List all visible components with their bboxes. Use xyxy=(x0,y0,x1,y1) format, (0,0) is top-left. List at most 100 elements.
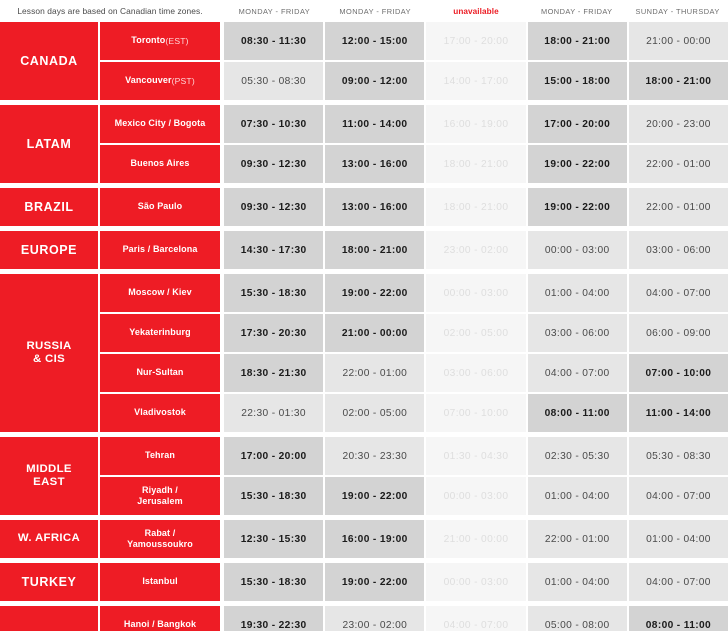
time-slot[interactable]: 18:30 - 21:30 xyxy=(224,354,324,392)
table-row: Yekaterinburg 17:30 - 20:30 21:00 - 00:00 0… xyxy=(100,314,728,352)
time-slot[interactable]: 19:00 - 22:00 xyxy=(325,563,425,601)
header-columns: MONDAY - FRIDAY MONDAY - FRIDAY unavailabl… xyxy=(224,7,728,16)
city-label: Hanoi / Bangkok xyxy=(100,606,220,631)
table-row: São Paulo 09:30 - 12:30 13:00 - 16:00 18:00… xyxy=(100,188,728,226)
region-group: CANADA Toronto (EST) 08:30 - 11:30 12:00 - 1… xyxy=(0,22,728,100)
region-label: MIDDLE EAST xyxy=(0,437,100,515)
time-slot[interactable]: 19:00 - 22:00 xyxy=(325,477,425,515)
time-slot[interactable]: 02:00 - 05:00 xyxy=(325,394,425,432)
time-slot[interactable]: 01:00 - 04:00 xyxy=(628,520,728,558)
time-slot-unavailable[interactable]: 03:00 - 06:00 xyxy=(426,354,526,392)
table-row: Toronto (EST) 08:30 - 11:30 12:00 - 15:00 17… xyxy=(100,22,728,60)
time-slot[interactable]: 17:00 - 20:00 xyxy=(527,105,627,143)
time-slot[interactable]: 19:00 - 22:00 xyxy=(527,145,627,183)
time-cells: 18:30 - 21:30 22:00 - 01:00 03:00 - 06:00 0… xyxy=(224,354,728,392)
time-slot[interactable]: 05:00 - 08:00 xyxy=(527,606,627,631)
time-slot[interactable]: 13:00 - 16:00 xyxy=(325,145,425,183)
time-slot[interactable]: 14:30 - 17:30 xyxy=(224,231,324,269)
time-slot[interactable]: 08:30 - 11:30 xyxy=(224,22,324,60)
time-slot[interactable]: 03:00 - 06:00 xyxy=(527,314,627,352)
time-cells: 22:30 - 01:30 02:00 - 05:00 07:00 - 10:00 0… xyxy=(224,394,728,432)
time-slot[interactable]: 05:30 - 08:30 xyxy=(628,437,728,475)
time-slot[interactable]: 02:30 - 05:30 xyxy=(527,437,627,475)
time-slot[interactable]: 20:30 - 23:30 xyxy=(325,437,425,475)
time-slot[interactable]: 04:00 - 07:00 xyxy=(628,563,728,601)
city-label: Paris / Barcelona xyxy=(100,231,220,269)
time-slot[interactable]: 22:00 - 01:00 xyxy=(325,354,425,392)
table-row: Vancouver (PST) 05:30 - 08:30 09:00 - 12:00… xyxy=(100,62,728,100)
city-label: Riyadh / Jerusalem xyxy=(100,477,220,515)
header-column-label: MONDAY - FRIDAY xyxy=(339,6,411,16)
time-slot[interactable]: 05:30 - 08:30 xyxy=(224,62,324,100)
time-slot[interactable]: 07:30 - 10:30 xyxy=(224,105,324,143)
time-slot-unavailable[interactable]: 01:30 - 04:30 xyxy=(426,437,526,475)
region-rows: Moscow / Kiev 15:30 - 18:30 19:00 - 22:00 0… xyxy=(100,274,728,432)
time-slot[interactable]: 12:00 - 15:00 xyxy=(325,22,425,60)
time-slot[interactable]: 11:00 - 14:00 xyxy=(628,394,728,432)
time-slot[interactable]: 09:30 - 12:30 xyxy=(224,188,324,226)
time-slot[interactable]: 22:00 - 01:00 xyxy=(628,188,728,226)
time-slot[interactable]: 09:30 - 12:30 xyxy=(224,145,324,183)
time-slot[interactable]: 19:00 - 22:00 xyxy=(527,188,627,226)
time-slot[interactable]: 17:30 - 20:30 xyxy=(224,314,324,352)
time-slot[interactable]: 15:30 - 18:30 xyxy=(224,274,324,312)
time-slot[interactable]: 09:00 - 12:00 xyxy=(325,62,425,100)
time-slot-unavailable[interactable]: 00:00 - 03:00 xyxy=(426,563,526,601)
time-slot[interactable]: 04:00 - 07:00 xyxy=(527,354,627,392)
time-slot[interactable]: 16:00 - 19:00 xyxy=(325,520,425,558)
time-slot[interactable]: 20:00 - 23:00 xyxy=(628,105,728,143)
time-slot[interactable]: 12:30 - 15:30 xyxy=(224,520,324,558)
time-slot[interactable]: 04:00 - 07:00 xyxy=(628,477,728,515)
time-cells: 07:30 - 10:30 11:00 - 14:00 16:00 - 19:00 1… xyxy=(224,105,728,143)
time-slot-unavailable[interactable]: 04:00 - 07:00 xyxy=(426,606,526,631)
time-slot[interactable]: 15:30 - 18:30 xyxy=(224,563,324,601)
time-slot[interactable]: 11:00 - 14:00 xyxy=(325,105,425,143)
time-slot[interactable]: 07:00 - 10:00 xyxy=(628,354,728,392)
city-label: Yekaterinburg xyxy=(100,314,220,352)
time-slot[interactable]: 21:00 - 00:00 xyxy=(325,314,425,352)
time-slot-unavailable[interactable]: 07:00 - 10:00 xyxy=(426,394,526,432)
time-slot-unavailable[interactable]: 02:00 - 05:00 xyxy=(426,314,526,352)
time-slot[interactable]: 01:00 - 04:00 xyxy=(527,477,627,515)
time-slot[interactable]: 17:00 - 20:00 xyxy=(224,437,324,475)
table-row: Istanbul 15:30 - 18:30 19:00 - 22:00 00:00 … xyxy=(100,563,728,601)
region-group: TURKEY Istanbul 15:30 - 18:30 19:00 - 22:00… xyxy=(0,563,728,601)
time-slot[interactable]: 23:00 - 02:00 xyxy=(325,606,425,631)
region-group: EUROPE Paris / Barcelona 14:30 - 17:30 18:0… xyxy=(0,231,728,269)
time-slot-unavailable[interactable]: 18:00 - 21:00 xyxy=(426,145,526,183)
time-slot-unavailable[interactable]: 14:00 - 17:00 xyxy=(426,62,526,100)
time-slot[interactable]: 18:00 - 21:00 xyxy=(325,231,425,269)
time-slot[interactable]: 08:00 - 11:00 xyxy=(527,394,627,432)
time-slot[interactable]: 18:00 - 21:00 xyxy=(527,22,627,60)
region-group: ASIAHanoi / Bangkok19:30 - 22:3023:00 - … xyxy=(0,606,728,631)
time-slot[interactable]: 15:30 - 18:30 xyxy=(224,477,324,515)
time-slot[interactable]: 04:00 - 07:00 xyxy=(628,274,728,312)
time-slot-unavailable[interactable]: 00:00 - 03:00 xyxy=(426,477,526,515)
time-slot-unavailable[interactable]: 23:00 - 02:00 xyxy=(426,231,526,269)
time-slot-unavailable[interactable]: 17:00 - 20:00 xyxy=(426,22,526,60)
time-slot[interactable]: 08:00 - 11:00 xyxy=(628,606,728,631)
time-slot[interactable]: 01:00 - 04:00 xyxy=(527,274,627,312)
time-slot[interactable]: 22:30 - 01:30 xyxy=(224,394,324,432)
time-slot[interactable]: 01:00 - 04:00 xyxy=(527,563,627,601)
time-slot[interactable]: 21:00 - 00:00 xyxy=(628,22,728,60)
time-slot-unavailable[interactable]: 21:00 - 00:00 xyxy=(426,520,526,558)
table-row: Vladivostok 22:30 - 01:30 02:00 - 05:00 07:… xyxy=(100,394,728,432)
time-slot-unavailable[interactable]: 18:00 - 21:00 xyxy=(426,188,526,226)
time-slot[interactable]: 00:00 - 03:00 xyxy=(527,231,627,269)
time-slot[interactable]: 03:00 - 06:00 xyxy=(628,231,728,269)
time-slot[interactable]: 18:00 - 21:00 xyxy=(628,62,728,100)
time-slot[interactable]: 13:00 - 16:00 xyxy=(325,188,425,226)
time-slot[interactable]: 19:30 - 22:30 xyxy=(224,606,324,631)
time-slot-unavailable[interactable]: 16:00 - 19:00 xyxy=(426,105,526,143)
time-slot[interactable]: 22:00 - 01:00 xyxy=(527,520,627,558)
time-cells: 15:30 - 18:30 19:00 - 22:00 00:00 - 03:00 0… xyxy=(224,274,728,312)
time-slot-unavailable[interactable]: 00:00 - 03:00 xyxy=(426,274,526,312)
region-rows: Paris / Barcelona 14:30 - 17:30 18:00 - 21… xyxy=(100,231,728,269)
time-slot[interactable]: 22:00 - 01:00 xyxy=(628,145,728,183)
region-rows: Rabat / Yamoussoukro 12:30 - 15:30 16:00 - … xyxy=(100,520,728,558)
time-slot[interactable]: 15:00 - 18:00 xyxy=(527,62,627,100)
time-slot[interactable]: 06:00 - 09:00 xyxy=(628,314,728,352)
time-slot[interactable]: 19:00 - 22:00 xyxy=(325,274,425,312)
city-label: Nur-Sultan xyxy=(100,354,220,392)
